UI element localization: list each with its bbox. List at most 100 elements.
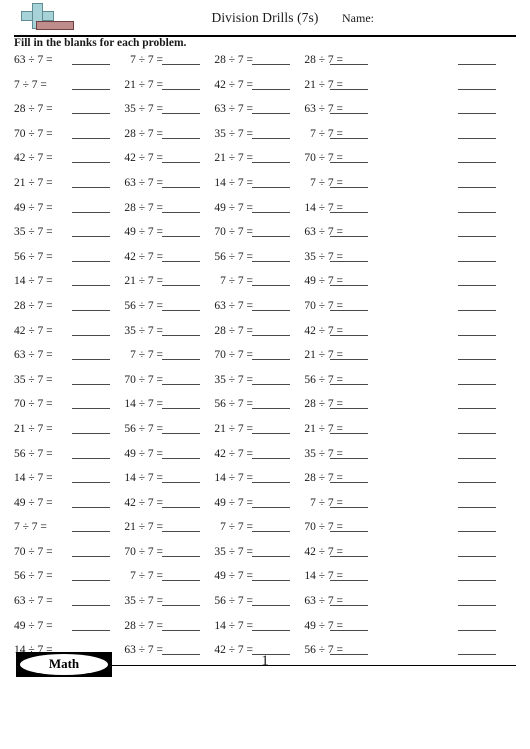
- answer-blank[interactable]: [252, 236, 290, 238]
- answer-blank[interactable]: [330, 629, 368, 631]
- answer-blank[interactable]: [252, 88, 290, 90]
- answer-blank[interactable]: [458, 432, 496, 434]
- answer-blank[interactable]: [458, 88, 496, 90]
- answer-blank[interactable]: [458, 506, 496, 508]
- answer-blank[interactable]: [330, 359, 368, 361]
- answer-blank[interactable]: [162, 309, 200, 311]
- answer-blank[interactable]: [458, 162, 496, 164]
- answer-blank[interactable]: [330, 137, 368, 139]
- answer-blank[interactable]: [458, 236, 496, 238]
- answer-blank[interactable]: [252, 506, 290, 508]
- answer-blank[interactable]: [252, 605, 290, 607]
- answer-blank[interactable]: [458, 211, 496, 213]
- answer-blank[interactable]: [330, 408, 368, 410]
- answer-blank[interactable]: [252, 482, 290, 484]
- answer-blank[interactable]: [458, 186, 496, 188]
- answer-blank[interactable]: [72, 482, 110, 484]
- answer-blank[interactable]: [162, 88, 200, 90]
- answer-blank[interactable]: [330, 482, 368, 484]
- answer-blank[interactable]: [162, 506, 200, 508]
- answer-blank[interactable]: [252, 309, 290, 311]
- answer-blank[interactable]: [162, 432, 200, 434]
- answer-blank[interactable]: [458, 555, 496, 557]
- answer-blank[interactable]: [330, 236, 368, 238]
- answer-blank[interactable]: [252, 211, 290, 213]
- answer-blank[interactable]: [458, 260, 496, 262]
- answer-blank[interactable]: [458, 605, 496, 607]
- answer-blank[interactable]: [458, 383, 496, 385]
- answer-blank[interactable]: [162, 531, 200, 533]
- answer-blank[interactable]: [458, 137, 496, 139]
- answer-blank[interactable]: [162, 64, 200, 65]
- answer-blank[interactable]: [72, 555, 110, 557]
- answer-blank[interactable]: [162, 359, 200, 361]
- answer-blank[interactable]: [162, 211, 200, 213]
- answer-blank[interactable]: [252, 457, 290, 459]
- answer-blank[interactable]: [72, 309, 110, 311]
- answer-blank[interactable]: [330, 506, 368, 508]
- answer-blank[interactable]: [330, 383, 368, 385]
- answer-blank[interactable]: [162, 383, 200, 385]
- answer-blank[interactable]: [252, 113, 290, 115]
- answer-blank[interactable]: [72, 531, 110, 533]
- answer-blank[interactable]: [72, 236, 110, 238]
- answer-blank[interactable]: [162, 482, 200, 484]
- answer-blank[interactable]: [162, 162, 200, 164]
- answer-blank[interactable]: [252, 555, 290, 557]
- answer-blank[interactable]: [252, 285, 290, 287]
- answer-blank[interactable]: [458, 457, 496, 459]
- answer-blank[interactable]: [458, 359, 496, 361]
- answer-blank[interactable]: [330, 309, 368, 311]
- answer-blank[interactable]: [72, 211, 110, 213]
- answer-blank[interactable]: [458, 64, 496, 65]
- answer-blank[interactable]: [162, 285, 200, 287]
- answer-blank[interactable]: [72, 113, 110, 115]
- answer-blank[interactable]: [162, 137, 200, 139]
- answer-blank[interactable]: [72, 162, 110, 164]
- answer-blank[interactable]: [162, 555, 200, 557]
- answer-blank[interactable]: [72, 64, 110, 65]
- answer-blank[interactable]: [162, 186, 200, 188]
- answer-blank[interactable]: [162, 334, 200, 336]
- answer-blank[interactable]: [252, 383, 290, 385]
- answer-blank[interactable]: [72, 260, 110, 262]
- answer-blank[interactable]: [72, 580, 110, 582]
- answer-blank[interactable]: [330, 260, 368, 262]
- answer-blank[interactable]: [72, 408, 110, 410]
- answer-blank[interactable]: [72, 605, 110, 607]
- answer-blank[interactable]: [458, 309, 496, 311]
- answer-blank[interactable]: [252, 580, 290, 582]
- answer-blank[interactable]: [458, 531, 496, 533]
- answer-blank[interactable]: [72, 506, 110, 508]
- answer-blank[interactable]: [330, 580, 368, 582]
- answer-blank[interactable]: [72, 137, 110, 139]
- answer-blank[interactable]: [162, 236, 200, 238]
- answer-blank[interactable]: [330, 457, 368, 459]
- answer-blank[interactable]: [72, 629, 110, 631]
- answer-blank[interactable]: [72, 457, 110, 459]
- answer-blank[interactable]: [162, 457, 200, 459]
- answer-blank[interactable]: [252, 162, 290, 164]
- answer-blank[interactable]: [72, 88, 110, 90]
- answer-blank[interactable]: [162, 113, 200, 115]
- answer-blank[interactable]: [72, 383, 110, 385]
- answer-blank[interactable]: [330, 162, 368, 164]
- answer-blank[interactable]: [162, 580, 200, 582]
- answer-blank[interactable]: [330, 211, 368, 213]
- answer-blank[interactable]: [252, 334, 290, 336]
- answer-blank[interactable]: [458, 408, 496, 410]
- answer-blank[interactable]: [458, 285, 496, 287]
- answer-blank[interactable]: [458, 113, 496, 115]
- answer-blank[interactable]: [252, 137, 290, 139]
- answer-blank[interactable]: [330, 113, 368, 115]
- answer-blank[interactable]: [330, 186, 368, 188]
- answer-blank[interactable]: [330, 285, 368, 287]
- answer-blank[interactable]: [72, 334, 110, 336]
- answer-blank[interactable]: [458, 580, 496, 582]
- answer-blank[interactable]: [330, 88, 368, 90]
- answer-blank[interactable]: [330, 555, 368, 557]
- answer-blank[interactable]: [252, 432, 290, 434]
- answer-blank[interactable]: [458, 334, 496, 336]
- answer-blank[interactable]: [162, 605, 200, 607]
- answer-blank[interactable]: [330, 605, 368, 607]
